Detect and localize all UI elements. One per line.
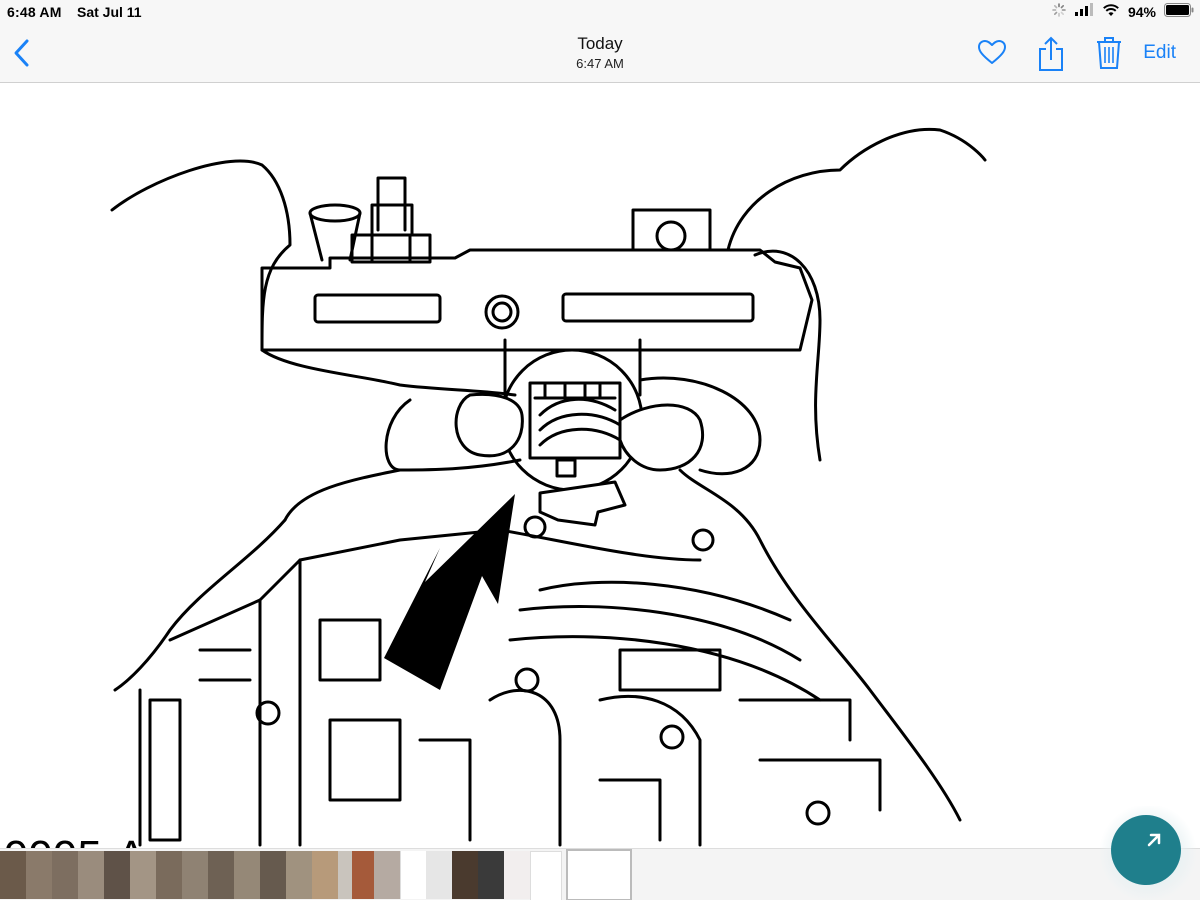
thumbnail-item[interactable] [504,851,530,899]
status-indicators: 94% [1052,3,1194,20]
thumbnail-item[interactable] [400,851,427,899]
edit-button[interactable]: Edit [1143,42,1176,64]
delete-button[interactable] [1094,36,1124,70]
thumbnail-item[interactable] [182,851,208,899]
cellular-signal-icon [1074,3,1094,20]
thumbnail-item[interactable] [52,851,78,899]
wifi-icon [1102,3,1120,20]
thumbnail-item[interactable] [530,851,562,900]
favorite-button[interactable] [976,36,1008,70]
thumbnail-item[interactable] [104,851,130,899]
expand-button[interactable] [1111,815,1181,885]
thumbnail-item[interactable] [286,851,312,899]
status-date: Sat Jul 11 [77,4,142,20]
thumbnail-item[interactable] [312,851,338,899]
technical-illustration-image [110,127,987,847]
status-bar: 6:48 AM Sat Jul 11 94% [0,0,1200,24]
thumbnail-item[interactable] [352,851,374,899]
photo-canvas[interactable] [0,83,1200,848]
thumbnail-item[interactable] [452,851,478,899]
thumbnail-item[interactable] [374,851,400,899]
photo-viewer-screen: 6:48 AM Sat Jul 11 94% Today 6:47 AM Edi… [0,0,1200,900]
thumbnail-item[interactable] [426,851,452,899]
status-time: 6:48 AM [7,4,62,20]
thumbnail-item[interactable] [260,851,286,899]
thumbnail-item[interactable] [130,851,156,899]
thumbnail-item[interactable] [78,851,104,899]
heart-icon [978,40,1006,64]
thumbnail-item[interactable] [0,851,26,899]
share-button[interactable] [1036,36,1066,71]
activity-spinner-icon [1052,3,1066,20]
thumbnail-item[interactable] [26,851,52,899]
thumbnail-item[interactable] [208,851,234,899]
nav-subtitle: 6:47 AM [576,56,624,71]
trash-icon [1097,37,1121,69]
expand-icon [1147,833,1161,847]
navigation-bar: Today 6:47 AM Edit [0,24,1200,83]
thumbnail-item[interactable] [478,851,504,899]
battery-percent: 94% [1127,3,1156,20]
thumbnail-strip[interactable] [0,848,1200,900]
thumbnail-item-selected[interactable] [566,849,632,900]
nav-title: Today [577,34,623,53]
thumbnail-item[interactable] [156,851,182,899]
battery-icon [1164,3,1194,20]
share-icon [1039,36,1063,71]
thumbnail-item[interactable] [234,851,260,899]
